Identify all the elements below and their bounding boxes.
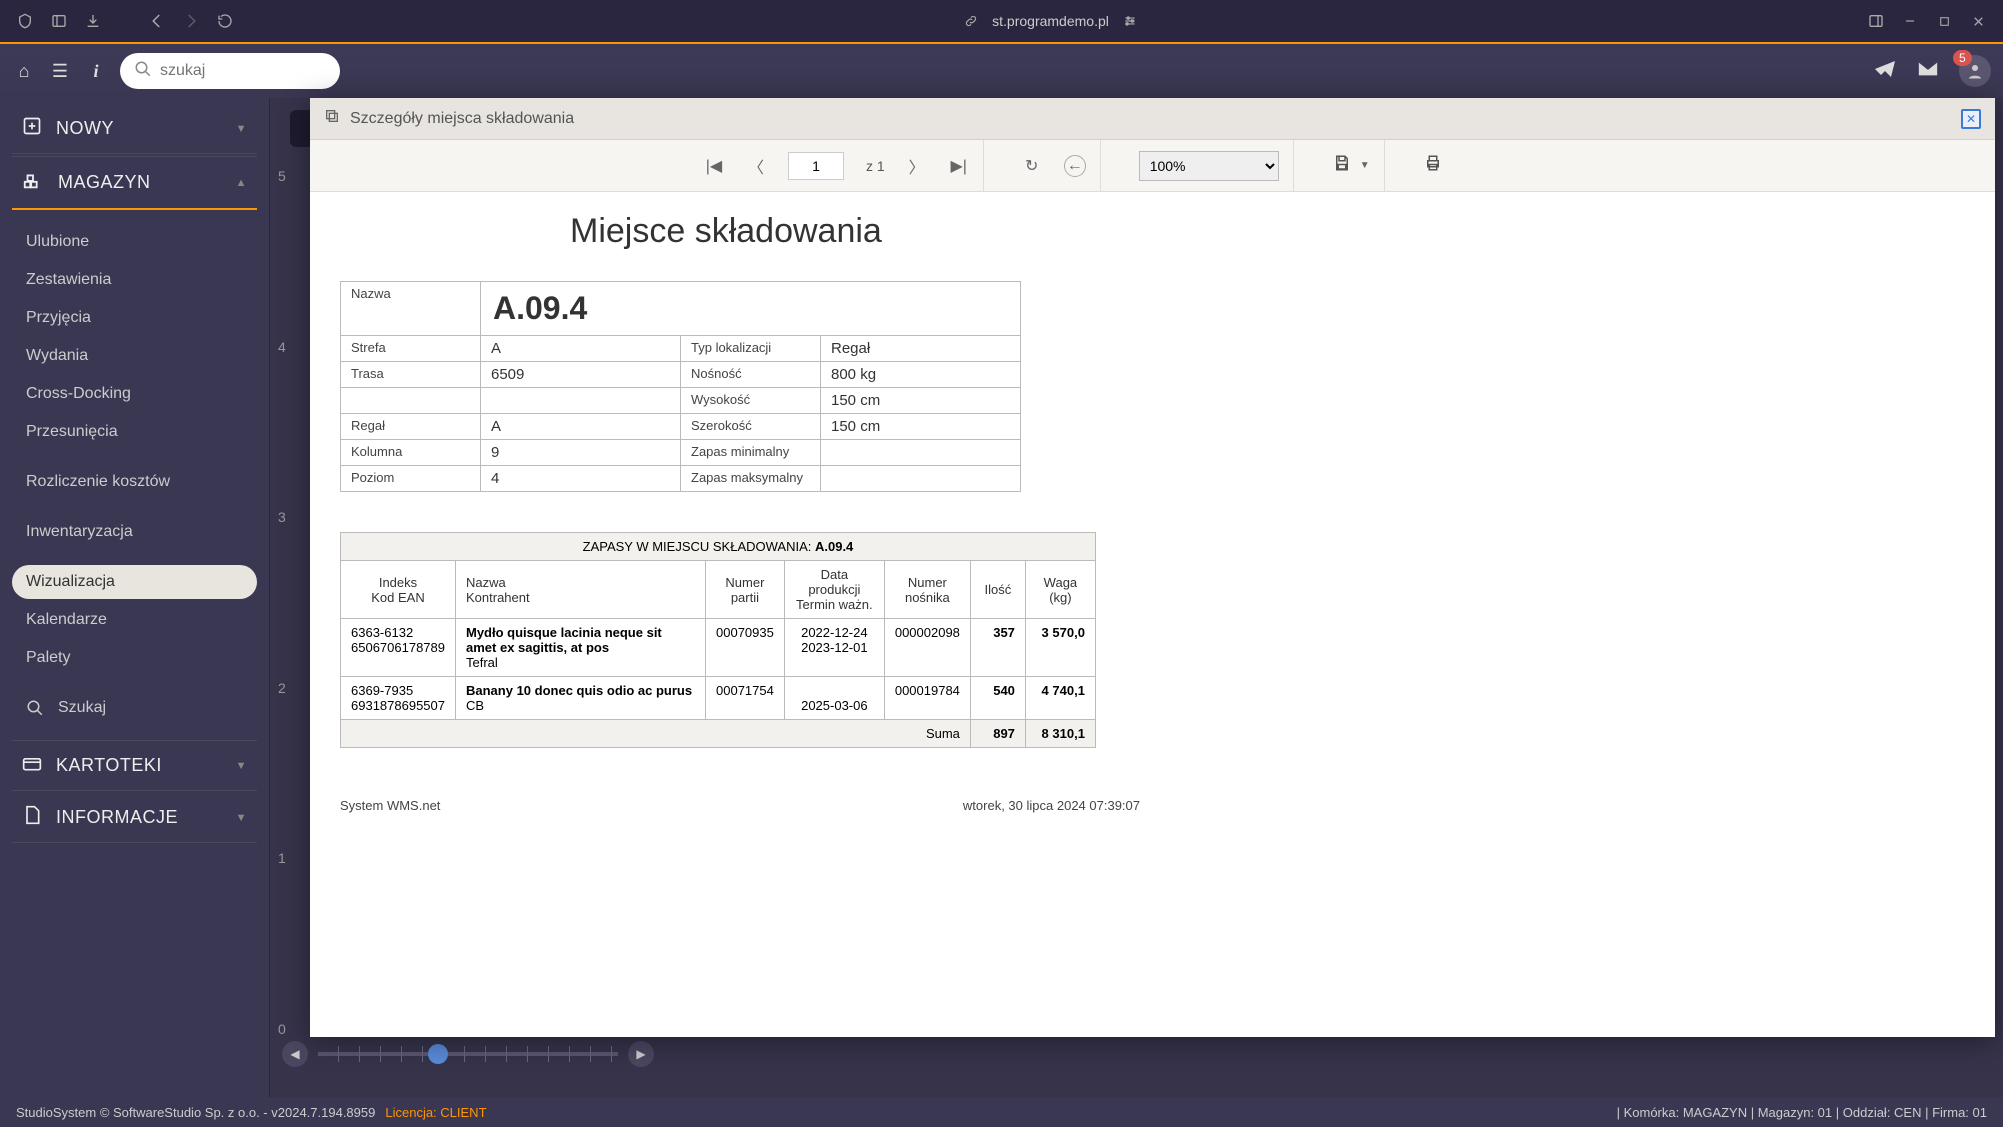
mail-badge: 5 xyxy=(1953,50,1972,66)
page-of-label: z 1 xyxy=(866,158,885,174)
close-window-icon[interactable] xyxy=(1969,12,1987,30)
report-title: Miejsce składowania xyxy=(570,212,1965,251)
sidebar-item-wizualizacja[interactable]: Wizualizacja xyxy=(12,565,257,599)
app-header: ⌂ ☰ i 5 xyxy=(0,42,2003,98)
footer-copyright: StudioSystem © SoftwareStudio Sp. z o.o.… xyxy=(16,1105,375,1120)
zoom-select[interactable]: 100% xyxy=(1139,151,1279,181)
sidebar-szukaj-label: Szukaj xyxy=(58,699,106,717)
sidebar-item-kalendarze[interactable]: Kalendarze xyxy=(12,603,257,637)
report-footer-left: System WMS.net xyxy=(340,798,440,813)
details-modal: Szczegóły miejsca składowania ✕ |◀ 〈 z 1… xyxy=(310,98,1995,1037)
chevron-down-icon: ▼ xyxy=(236,123,247,135)
plus-icon xyxy=(22,116,42,141)
sidebar-nowy-label: NOWY xyxy=(56,118,114,139)
sidebar-item-wydania[interactable]: Wydania xyxy=(12,339,257,373)
last-page-icon[interactable]: ▶| xyxy=(949,156,969,176)
minimize-icon[interactable] xyxy=(1901,12,1919,30)
info-icon[interactable]: i xyxy=(84,61,108,82)
slider-next-button[interactable]: ▶ xyxy=(628,1041,654,1067)
tune-icon[interactable] xyxy=(1121,12,1139,30)
sidebar-toggle-icon[interactable] xyxy=(50,12,68,30)
sidebar-item-zestawienia[interactable]: Zestawienia xyxy=(12,263,257,297)
home-icon[interactable]: ⌂ xyxy=(12,61,36,82)
page-input[interactable] xyxy=(788,152,844,180)
refresh-icon[interactable]: ↻ xyxy=(1022,156,1042,176)
sidebar-section-informacje[interactable]: INFORMACJE ▼ xyxy=(12,793,257,843)
sidebar-item-szukaj[interactable]: Szukaj xyxy=(12,691,257,725)
modal-title: Szczegóły miejsca składowania xyxy=(350,110,574,128)
y-axis: 01 23 45 xyxy=(278,168,298,1037)
url-text[interactable]: st.programdemo.pl xyxy=(992,13,1109,29)
report-body: Miejsce składowania NazwaA.09.4 StrefaAT… xyxy=(310,192,1995,1037)
sidebar-section-kartoteki[interactable]: KARTOTEKI ▼ xyxy=(12,740,257,791)
sidebar-item-crossdocking[interactable]: Cross-Docking xyxy=(12,377,257,411)
sidebar-item-ulubione[interactable]: Ulubione xyxy=(12,225,257,259)
sidebar-item-przyjecia[interactable]: Przyjęcia xyxy=(12,301,257,335)
nav-forward-icon xyxy=(182,12,200,30)
sidebar-kartoteki-label: KARTOTEKI xyxy=(56,755,162,776)
save-icon[interactable] xyxy=(1332,154,1352,177)
prev-page-icon[interactable]: 〈 xyxy=(746,154,766,178)
modal-header: Szczegóły miejsca składowania ✕ xyxy=(310,98,1995,140)
stock-table: ZAPASY W MIEJSCU SKŁADOWANIA: A.09.4 Ind… xyxy=(340,532,1096,748)
first-page-icon[interactable]: |◀ xyxy=(704,156,724,176)
report-toolbar: |◀ 〈 z 1 〉 ▶| ↻ ← 100% xyxy=(310,140,1995,192)
panel-icon[interactable] xyxy=(1867,12,1885,30)
cards-icon xyxy=(22,753,42,778)
sidebar: NOWY ▼ MAGAZYN ▲ Ulubione Zestawienia Pr… xyxy=(0,98,270,1097)
link-icon xyxy=(962,12,980,30)
sidebar-item-inwentaryzacja[interactable]: Inwentaryzacja xyxy=(12,515,257,549)
warehouse-icon xyxy=(22,169,44,196)
mail-icon[interactable]: 5 xyxy=(1917,58,1939,85)
report-footer-right: wtorek, 30 lipca 2024 07:39:07 xyxy=(963,798,1140,813)
status-bar: StudioSystem © SoftwareStudio Sp. z o.o.… xyxy=(0,1097,2003,1127)
location-name: A.09.4 xyxy=(481,282,1021,336)
chevron-down-icon: ▼ xyxy=(236,812,247,824)
plane-icon[interactable] xyxy=(1873,57,1897,86)
slider-thumb[interactable] xyxy=(428,1044,448,1064)
zoom-slider: ◀ ▶ xyxy=(282,1041,1983,1067)
search-icon xyxy=(26,699,44,717)
sidebar-magazyn-label: MAGAZYN xyxy=(58,172,151,193)
sidebar-item-palety[interactable]: Palety xyxy=(12,641,257,675)
footer-license: Licencja: CLIENT xyxy=(385,1105,486,1120)
modal-expand-button[interactable]: ✕ xyxy=(1961,109,1981,129)
list-icon[interactable]: ☰ xyxy=(48,61,72,82)
sidebar-item-przesuniecia[interactable]: Przesunięcia xyxy=(12,415,257,449)
search-box[interactable] xyxy=(120,53,340,89)
next-page-icon[interactable]: 〉 xyxy=(907,154,927,178)
maximize-icon[interactable] xyxy=(1935,12,1953,30)
search-icon xyxy=(134,60,152,83)
stock-row: 6369-79356931878695507 Banany 10 donec q… xyxy=(341,677,1096,720)
copy-icon xyxy=(324,108,340,129)
stock-sum-row: Suma 897 8 310,1 xyxy=(341,720,1096,748)
shield-icon[interactable] xyxy=(16,12,34,30)
sidebar-informacje-label: INFORMACJE xyxy=(56,807,178,828)
reload-icon[interactable] xyxy=(216,12,234,30)
sidebar-item-rozliczenie[interactable]: Rozliczenie kosztów xyxy=(12,465,257,499)
chevron-down-icon: ▼ xyxy=(236,760,247,772)
sidebar-section-magazyn[interactable]: MAGAZYN ▲ xyxy=(12,156,257,210)
sidebar-section-nowy[interactable]: NOWY ▼ xyxy=(12,104,257,154)
stock-row: 6363-61326506706178789 Mydło quisque lac… xyxy=(341,619,1096,677)
stock-title: ZAPASY W MIEJSCU SKŁADOWANIA: A.09.4 xyxy=(341,533,1096,561)
report-footer: System WMS.net wtorek, 30 lipca 2024 07:… xyxy=(340,798,1140,813)
download-icon[interactable] xyxy=(84,12,102,30)
slider-prev-button[interactable]: ◀ xyxy=(282,1041,308,1067)
footer-context: | Komórka: MAGAZYN | Magazyn: 01 | Oddzi… xyxy=(1617,1105,1987,1120)
browser-chrome: st.programdemo.pl xyxy=(0,0,2003,42)
print-icon[interactable] xyxy=(1423,154,1443,177)
search-input[interactable] xyxy=(160,62,326,80)
location-info-table: NazwaA.09.4 StrefaATyp lokalizacjiRegał … xyxy=(340,281,1021,492)
chevron-up-icon: ▲ xyxy=(236,177,247,189)
main-content: Rząd A Rząd B Rząd C Rząd D Rząd E Rząd … xyxy=(270,98,2003,1097)
nav-back-icon[interactable] xyxy=(148,12,166,30)
slider-track[interactable] xyxy=(318,1052,618,1056)
chevron-down-icon[interactable]: ▼ xyxy=(1360,160,1370,171)
back-icon[interactable]: ← xyxy=(1064,155,1086,177)
doc-icon xyxy=(22,805,42,830)
